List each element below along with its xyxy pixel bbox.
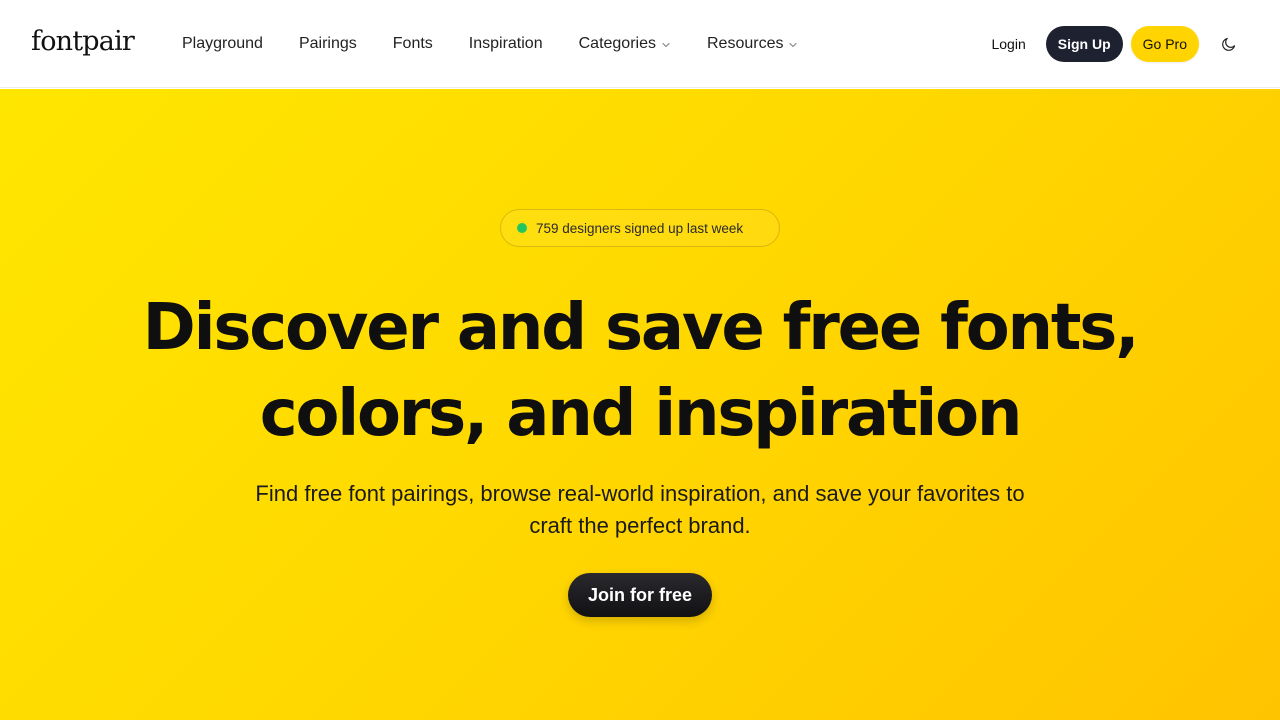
nav-item-playground[interactable]: Playground — [182, 35, 263, 53]
fontpair-logo[interactable]: fontpair — [31, 24, 135, 60]
hero-headline: Discover and save free fonts, colors, an… — [0, 285, 1280, 457]
chevron-down-icon — [788, 40, 798, 50]
signup-count-badge: 759 designers signed up last week — [500, 209, 780, 247]
headline-line-1: Discover and save free fonts, — [142, 291, 1140, 365]
nav-item-inspiration[interactable]: Inspiration — [469, 35, 543, 53]
hero-subtext: Find free font pairings, browse real-wor… — [190, 478, 1090, 542]
nav-item-label: Categories — [578, 35, 656, 52]
nav-item-label: Inspiration — [468, 35, 543, 52]
chevron-down-icon — [661, 40, 671, 50]
badge-text: 759 designers signed up last week — [536, 220, 744, 236]
nav-item-categories[interactable]: Categories — [579, 35, 671, 53]
main-nav: Playground Pairings Fonts Inspiration Ca… — [182, 0, 834, 88]
header-actions: Login Sign Up Go Pro — [991, 0, 1280, 88]
status-dot-icon — [517, 223, 527, 233]
nav-item-label: Fonts — [392, 35, 433, 52]
nav-item-label: Playground — [182, 35, 263, 52]
nav-item-fonts[interactable]: Fonts — [393, 35, 433, 53]
subtext-line-1: Find free font pairings, browse real-wor… — [255, 481, 1025, 506]
nav-item-pairings[interactable]: Pairings — [299, 35, 357, 53]
sign-up-button[interactable]: Sign Up — [1045, 26, 1123, 62]
moon-icon[interactable] — [1220, 35, 1238, 53]
site-header: fontpair Playground Pairings Fonts Inspi… — [0, 0, 1280, 88]
nav-item-label: Resources — [706, 35, 784, 52]
subtext-line-2: craft the perfect brand. — [529, 513, 751, 538]
nav-item-resources[interactable]: Resources — [707, 35, 798, 53]
join-for-free-button[interactable]: Join for free — [568, 573, 712, 617]
hero-section: 759 designers signed up last week Discov… — [0, 89, 1280, 720]
headline-line-2: colors, and inspiration — [259, 377, 1023, 451]
go-pro-button[interactable]: Go Pro — [1130, 26, 1199, 62]
nav-item-label: Pairings — [298, 35, 357, 52]
login-link[interactable]: Login — [991, 36, 1025, 52]
